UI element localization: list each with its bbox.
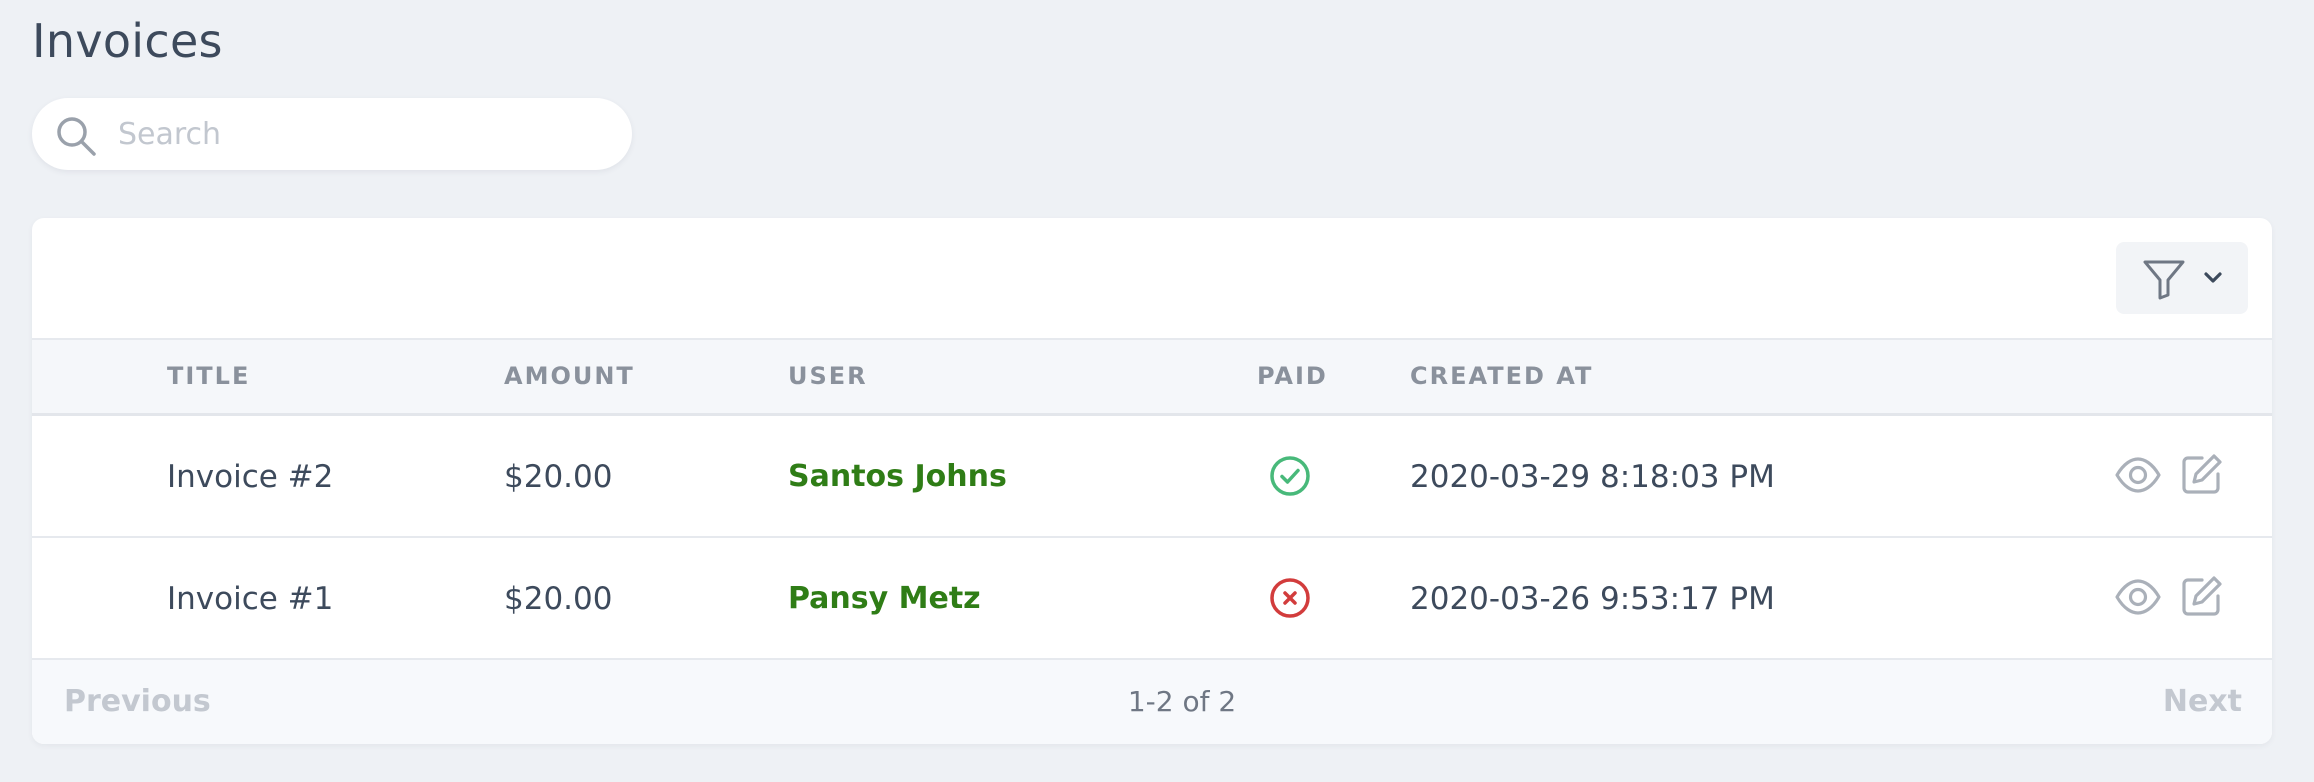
- column-header-title[interactable]: TITLE: [167, 340, 250, 413]
- search-input[interactable]: [118, 98, 608, 170]
- invoices-table-card: TITLE AMOUNT USER PAID CREATED AT Invoic…: [32, 218, 2272, 744]
- invoice-created-at: 2020-03-26 9:53:17 PM: [1410, 581, 1775, 617]
- column-header-user[interactable]: USER: [788, 340, 868, 413]
- edit-icon[interactable]: [2180, 574, 2224, 618]
- next-page-button[interactable]: Next: [2163, 660, 2242, 744]
- eye-icon[interactable]: [2114, 577, 2162, 617]
- check-circle-icon: [1270, 456, 1310, 496]
- table-header: TITLE AMOUNT USER PAID CREATED AT: [32, 338, 2272, 416]
- search-box[interactable]: [32, 98, 632, 170]
- chevron-down-icon: [2204, 272, 2222, 283]
- invoice-user-link[interactable]: Pansy Metz: [788, 538, 981, 660]
- invoice-amount: $20.00: [504, 581, 613, 617]
- table-row: Invoice #2 $20.00 Santos Johns 2020-03-2…: [32, 416, 2272, 538]
- column-header-paid[interactable]: PAID: [1257, 340, 1328, 413]
- search-icon: [57, 117, 96, 156]
- invoice-amount: $20.00: [504, 459, 613, 495]
- eye-icon[interactable]: [2114, 455, 2162, 495]
- pagination: Previous 1-2 of 2 Next: [32, 660, 2272, 744]
- table-toolbar: [32, 218, 2272, 338]
- table-row: Invoice #1 $20.00 Pansy Metz 2020-03-26 …: [32, 538, 2272, 660]
- invoice-title: Invoice #2: [167, 459, 334, 495]
- x-circle-icon: [1270, 578, 1310, 618]
- filter-button[interactable]: [2116, 242, 2248, 314]
- page-title: Invoices: [32, 14, 223, 68]
- pagination-info: 1-2 of 2: [1127, 685, 1237, 718]
- invoice-user-link[interactable]: Santos Johns: [788, 416, 1007, 538]
- column-header-amount[interactable]: AMOUNT: [504, 340, 635, 413]
- invoice-title: Invoice #1: [167, 581, 334, 617]
- edit-icon[interactable]: [2180, 452, 2224, 496]
- invoice-created-at: 2020-03-29 8:18:03 PM: [1410, 459, 1775, 495]
- filter-icon: [2143, 260, 2185, 300]
- column-header-created-at[interactable]: CREATED AT: [1410, 340, 1593, 413]
